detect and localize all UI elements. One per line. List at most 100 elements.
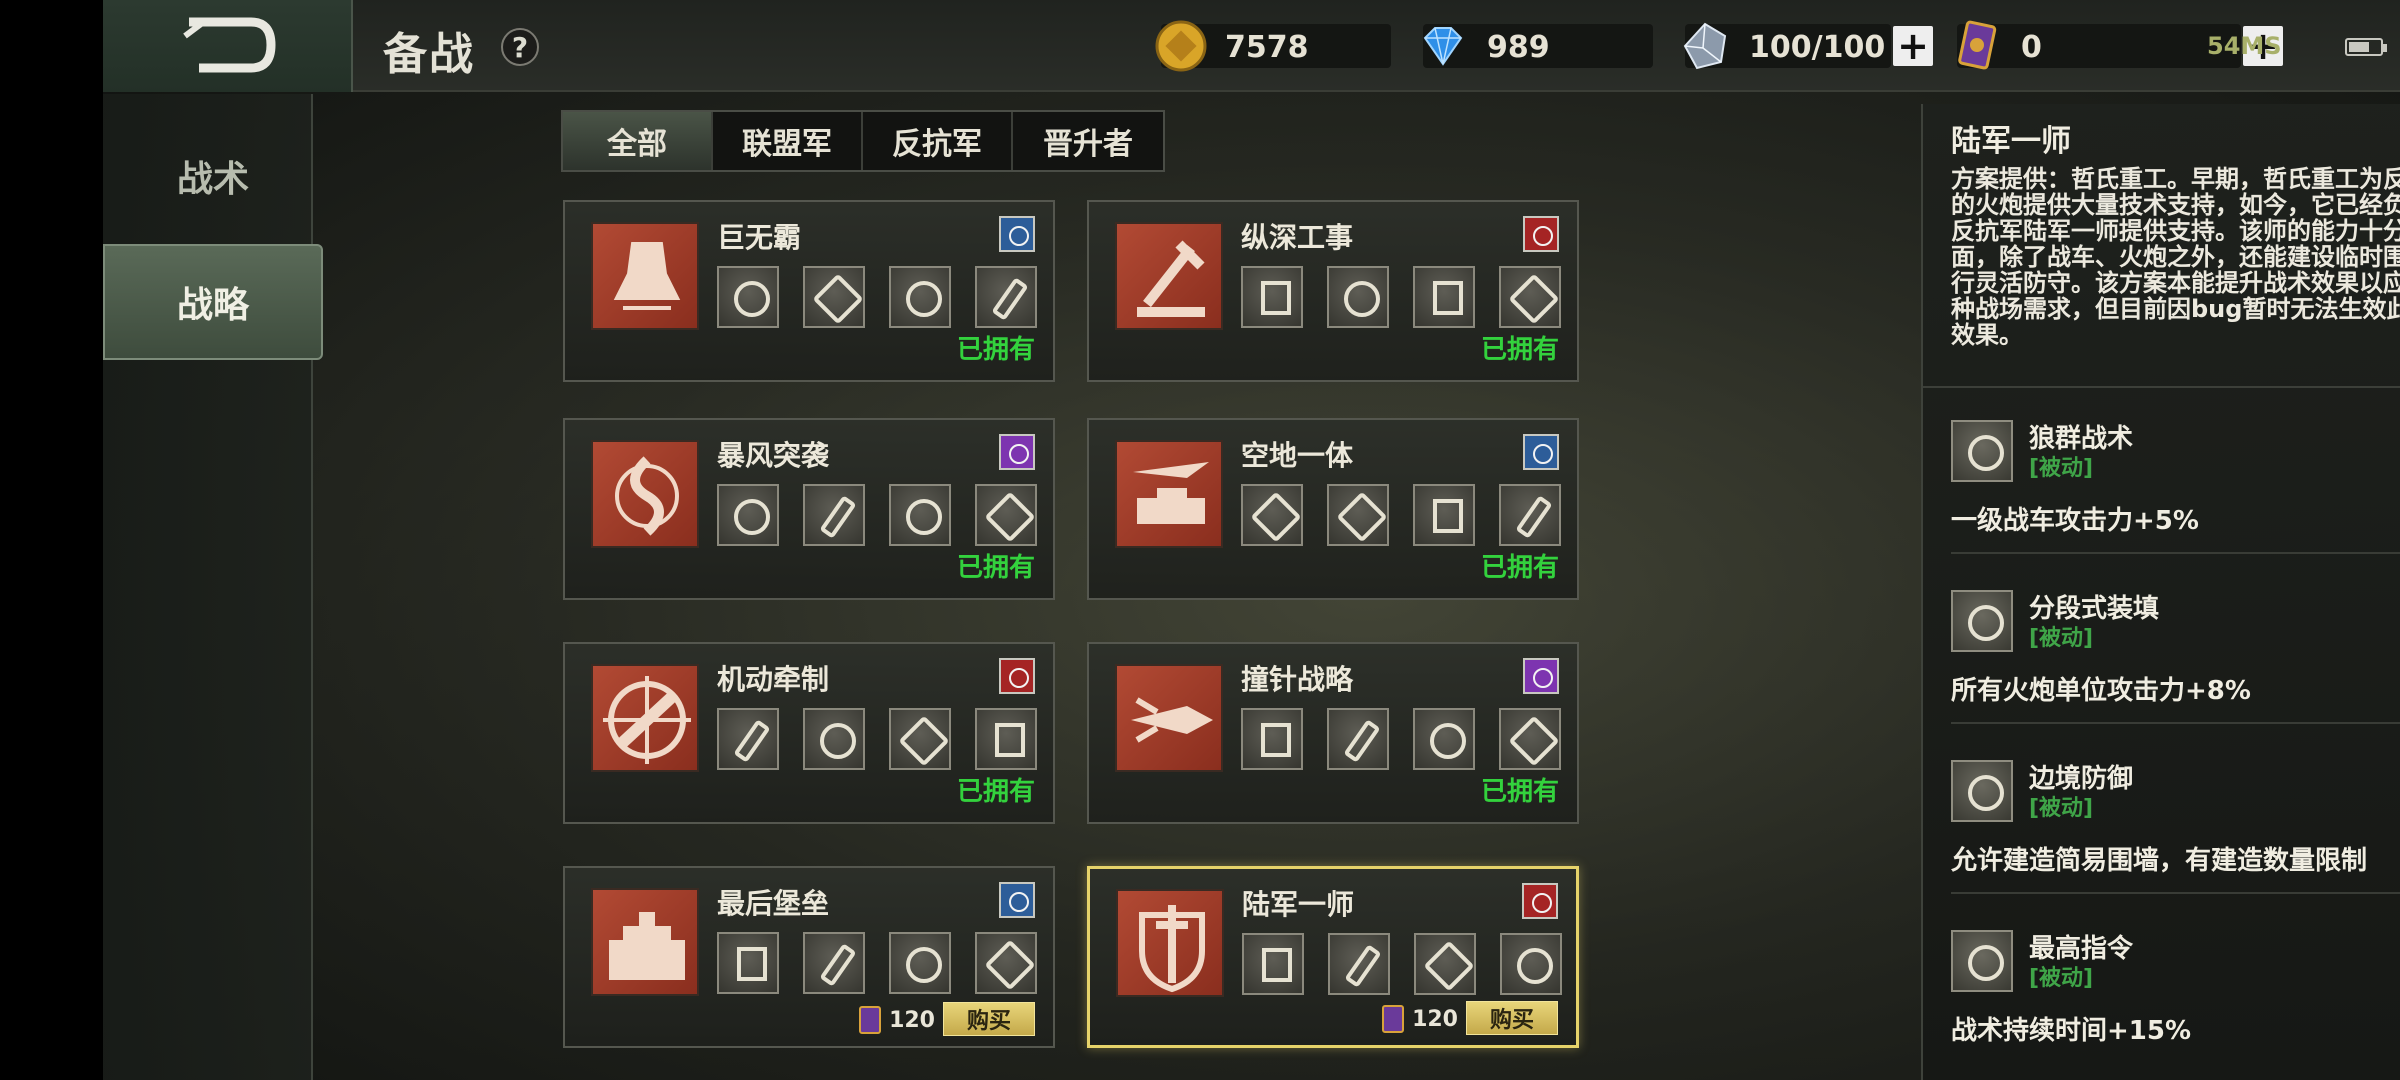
side-nav: 战术 战略 [103, 94, 323, 1080]
card-price: 120 [859, 1006, 935, 1034]
divider [1923, 386, 2400, 388]
owned-status: 已拥有 [956, 335, 1035, 365]
deep-fortification-art-icon [1115, 222, 1223, 330]
skill-type: [被动] [2029, 966, 2094, 991]
buy-button[interactable]: 购买 [943, 1002, 1035, 1036]
helicopter-skill-icon [803, 484, 865, 546]
card-skills [717, 484, 1037, 546]
resistance-faction-icon [999, 658, 1035, 694]
diamond-counter: 989 [1423, 24, 1653, 68]
armor-skill-icon [1413, 708, 1475, 770]
buy-button[interactable]: 购买 [1466, 1001, 1558, 1035]
strategy-card[interactable]: 暴风突袭 已拥有 [563, 418, 1055, 600]
skill-effect: 一级战车攻击力+5% [1951, 506, 2199, 536]
tab-resistance[interactable]: 反抗军 [863, 112, 1013, 170]
missile-skill-icon [975, 266, 1037, 328]
explosion-skill-icon [803, 266, 865, 328]
top-bar: 备战 ? 7578 989 100/100 + 0 + 54MS [103, 0, 2400, 92]
turret-skill-icon [717, 708, 779, 770]
bunker-skill-icon [1241, 266, 1303, 328]
air-land-art-icon [1115, 440, 1223, 548]
back-button[interactable] [103, 0, 353, 92]
tab-all[interactable]: 全部 [563, 112, 713, 170]
striker-art-icon [1115, 664, 1223, 772]
ascended-faction-icon [1523, 658, 1559, 694]
border-wall-icon [1951, 760, 2013, 822]
crystal-counter: 100/100 [1683, 22, 1891, 70]
strategy-card[interactable]: 空地一体 已拥有 [1087, 418, 1579, 600]
wall-skill-icon [1413, 266, 1475, 328]
card-name: 机动牵制 [717, 663, 830, 696]
divider [1951, 552, 2400, 554]
divider [1951, 892, 2400, 894]
strategy-card[interactable]: 撞针战略 已拥有 [1087, 642, 1579, 824]
card-name: 巨无霸 [717, 221, 802, 254]
rocket-skill-icon [1499, 708, 1561, 770]
skill-type: [被动] [2029, 456, 2094, 481]
drone-skill-icon [1327, 708, 1389, 770]
card-skills [1242, 933, 1562, 995]
card-skills [717, 932, 1037, 994]
price-value: 120 [1412, 1006, 1458, 1032]
strategy-card[interactable]: 巨无霸 已拥有 [563, 200, 1055, 382]
fuel-skill-icon [1413, 484, 1475, 546]
strategy-card[interactable]: 机动牵制 已拥有 [563, 642, 1055, 824]
plus-skill-icon [889, 708, 951, 770]
shield-skill-icon [1327, 266, 1389, 328]
nav-tactics[interactable]: 战术 [103, 118, 323, 234]
card-name: 最后堡垒 [717, 887, 830, 920]
resistance-faction-icon [1522, 883, 1558, 919]
strike-skill-icon [1499, 484, 1561, 546]
detail-title: 陆军一师 [1951, 124, 2071, 159]
nav-strategy[interactable]: 战略 [103, 244, 323, 360]
shells-skill-icon [803, 708, 865, 770]
skill-effect: 允许建造简易围墙，有建造数量限制 [1951, 846, 2368, 876]
divider [1951, 722, 2400, 724]
card-value: 0 [2021, 30, 2042, 65]
purchase-card-icon [1382, 1005, 1405, 1033]
network-latency: 54MS [2207, 32, 2282, 60]
skill-entry: 狼群战术 [被动] 一级战车攻击力+5% [1951, 404, 2400, 554]
tab-ascended[interactable]: 晋升者 [1013, 112, 1163, 170]
unit-skill-icon [717, 484, 779, 546]
juggernaut-art-icon [591, 222, 699, 330]
card-name: 陆军一师 [1242, 888, 1355, 921]
first-army-division-art-icon [1116, 889, 1224, 997]
purchase-card-icon [859, 1006, 882, 1034]
card-price: 120 [1382, 1005, 1458, 1033]
help-button[interactable]: ? [501, 28, 539, 66]
storm-raid-art-icon [591, 440, 699, 548]
card-name: 纵深工事 [1241, 221, 1354, 254]
prep-screen: 备战 ? 7578 989 100/100 + 0 + 54MS 战术 战略 全… [103, 0, 2400, 1080]
gold-counter: 7578 [1155, 20, 1391, 72]
flag-skill-icon [1241, 708, 1303, 770]
strategy-card[interactable]: 纵深工事 已拥有 [1087, 200, 1579, 382]
resistance-faction-icon [1523, 216, 1559, 252]
card-name: 撞针战略 [1241, 663, 1354, 696]
tab-alliance[interactable]: 联盟军 [713, 112, 863, 170]
gold-value: 7578 [1225, 30, 1309, 65]
detail-description: 方案提供：哲氏重工。早期，哲氏重工为反抗军的火炮提供大量技术支持，如今，它已经负… [1951, 165, 2400, 349]
card-counter: 0 [1957, 20, 2241, 70]
skill-effect: 战术持续时间+15% [1951, 1016, 2192, 1046]
artillery-skill-icon [1328, 933, 1390, 995]
strategy-card[interactable]: 最后堡垒 120 购买 [563, 866, 1055, 1048]
soldier-skill-icon [803, 932, 865, 994]
card-name: 空地一体 [1241, 439, 1354, 472]
owned-status: 已拥有 [1480, 777, 1559, 807]
wall-skill-icon [1414, 933, 1476, 995]
add-crystal-button[interactable]: + [1893, 26, 1933, 66]
card-skills [717, 708, 1037, 770]
battery-icon [2345, 38, 2387, 56]
skill-type: [被动] [2029, 796, 2094, 821]
gear-skill-icon [889, 484, 951, 546]
diamond-icon [1423, 27, 1463, 66]
gear-skill-icon [889, 266, 951, 328]
strategy-card-selected[interactable]: 陆军一师 120 购买 [1087, 866, 1579, 1048]
wolfpack-tank-icon [1951, 420, 2013, 482]
gold-coin-icon [1155, 20, 1207, 72]
bunker-skill-icon [975, 708, 1037, 770]
cone-skill-icon [889, 932, 951, 994]
command-skill-icon [1500, 933, 1562, 995]
upgrade-skill-icon [1241, 484, 1303, 546]
